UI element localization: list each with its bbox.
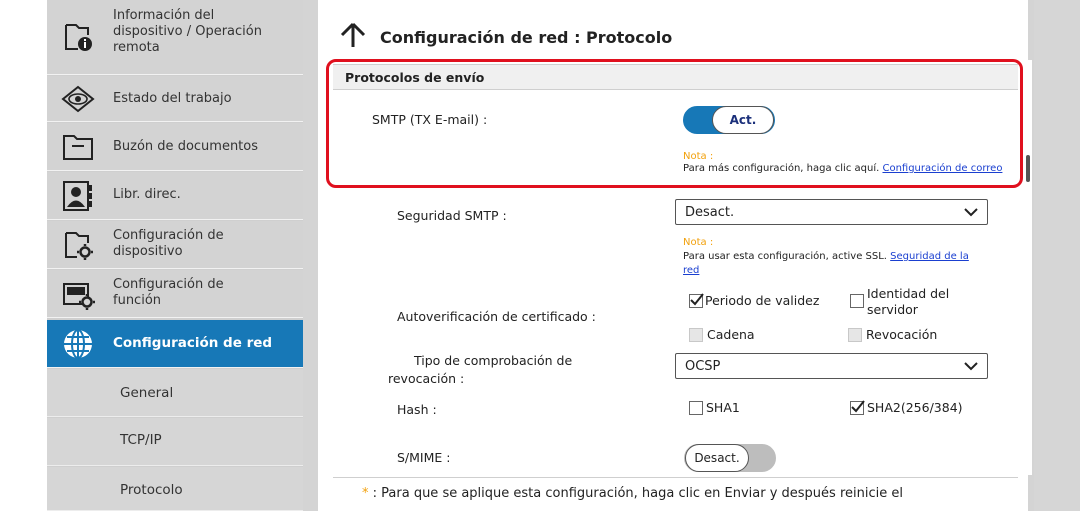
sidebar-item-job-status[interactable]: Estado del trabajo [47, 76, 303, 122]
sidebar-item-device-info[interactable]: Información del dispositivo / Operación … [47, 0, 303, 75]
sidebar: Información del dispositivo / Operación … [47, 0, 303, 511]
checkbox-sha1[interactable] [689, 401, 703, 415]
sidebar-item-label: Configuración de [113, 228, 224, 243]
footer-note: * : Para que se aplique esta configuraci… [362, 486, 903, 501]
smtp-security-note-text: Para usar esta configuración, active SSL… [683, 251, 887, 262]
smtp-security-label: Seguridad SMTP : [397, 208, 507, 223]
sidebar-item-network-settings[interactable]: Configuración de red [47, 320, 303, 368]
server-identity-label: Identidad del servidor [867, 286, 949, 318]
sidebar-item-device-settings[interactable]: Configuración de dispositivo [47, 221, 303, 269]
device-settings-icon [61, 228, 95, 262]
sidebar-subitem-label: Protocolo [120, 482, 183, 498]
revocation-type-label-2: revocación : [388, 370, 464, 387]
revocation-type-value: OCSP [685, 359, 721, 374]
scrollbar-thumb[interactable] [1026, 155, 1030, 182]
revocation-type-line1: Tipo de comprobación de [414, 353, 573, 368]
sidebar-item-label: Libr. direc. [113, 187, 181, 202]
hash-label: Hash : [397, 402, 437, 417]
sidebar-item-address-book[interactable]: Libr. direc. [47, 172, 303, 220]
checkbox-sha2[interactable] [850, 400, 865, 415]
sidebar-item-label: función [113, 293, 162, 308]
sidebar-subitem-protocol[interactable]: Protocolo [47, 467, 303, 511]
eye-icon [61, 82, 95, 116]
smtp-security-nota-label: Nota : [683, 237, 714, 248]
function-settings-icon [61, 277, 95, 311]
globe-icon [61, 327, 95, 361]
chevron-down-icon [963, 358, 979, 378]
sidebar-item-function-settings[interactable]: Configuración de función [47, 270, 303, 318]
sidebar-item-label: Información del [113, 8, 215, 23]
sidebar-item-label: Estado del trabajo [113, 91, 232, 106]
address-book-icon [61, 179, 95, 213]
revocation-type-line2: revocación : [388, 371, 465, 386]
server-identity-line2: servidor [867, 302, 918, 317]
sha2-label: SHA2(256/384) [867, 400, 963, 415]
smime-toggle[interactable]: Desact. [684, 444, 776, 472]
checkbox-server-identity[interactable] [850, 294, 864, 308]
sidebar-item-label: remota [113, 40, 160, 55]
validity-period-label: Periodo de validez [705, 293, 820, 308]
page-title-text: Configuración de red : Protocolo [380, 27, 673, 47]
sidebar-item-label: Configuración de red [113, 335, 273, 351]
right-gutter [1034, 0, 1080, 511]
network-security-link-cont[interactable]: red [683, 265, 699, 276]
network-security-link[interactable]: Seguridad de la [890, 251, 969, 262]
sidebar-item-label: dispositivo [113, 244, 183, 259]
sidebar-item-label: dispositivo / Operación [113, 24, 262, 39]
highlight-box [326, 59, 1023, 188]
cert-check-label: Autoverificación de certificado : [397, 309, 596, 324]
checkbox-validity-period[interactable] [689, 293, 704, 308]
sidebar-item-label: Buzón de documentos [113, 139, 259, 154]
smtp-security-value: Desact. [685, 205, 735, 220]
page-title: Configuración de red : Protocolo [340, 22, 672, 52]
revocation-check-label: Revocación [866, 327, 938, 342]
folder-icon [61, 130, 95, 164]
left-gutter [0, 0, 47, 511]
smtp-security-select[interactable]: Desact. [675, 199, 988, 225]
device-info-icon [61, 20, 95, 54]
sidebar-subitem-tcpip[interactable]: TCP/IP [47, 418, 303, 466]
smime-toggle-label: Desact. [685, 444, 749, 472]
smtp-security-note: Para usar esta configuración, active SSL… [683, 250, 1013, 278]
check-icon [689, 292, 705, 312]
chevron-down-icon [963, 204, 979, 224]
revocation-type-select[interactable]: OCSP [675, 353, 988, 379]
sidebar-item-document-box[interactable]: Buzón de documentos [47, 123, 303, 171]
sidebar-subitem-general[interactable]: General [47, 369, 303, 417]
checkbox-chain [689, 328, 703, 342]
footer-divider [333, 477, 1018, 478]
back-arrow-icon[interactable] [340, 22, 366, 52]
checkbox-revocation [848, 328, 862, 342]
sidebar-subitem-label: TCP/IP [120, 432, 162, 448]
footer-note-text: : Para que se aplique esta configuración… [372, 486, 903, 501]
check-icon [850, 399, 866, 419]
chain-label: Cadena [707, 327, 755, 342]
smime-label: S/MIME : [397, 450, 451, 465]
required-star: * [362, 486, 369, 501]
sha1-label: SHA1 [706, 400, 740, 415]
sidebar-subitem-label: General [120, 385, 174, 401]
sidebar-item-label: Configuración de [113, 277, 224, 292]
revocation-type-label: Tipo de comprobación de [414, 352, 572, 369]
server-identity-line1: Identidad del [867, 286, 950, 301]
